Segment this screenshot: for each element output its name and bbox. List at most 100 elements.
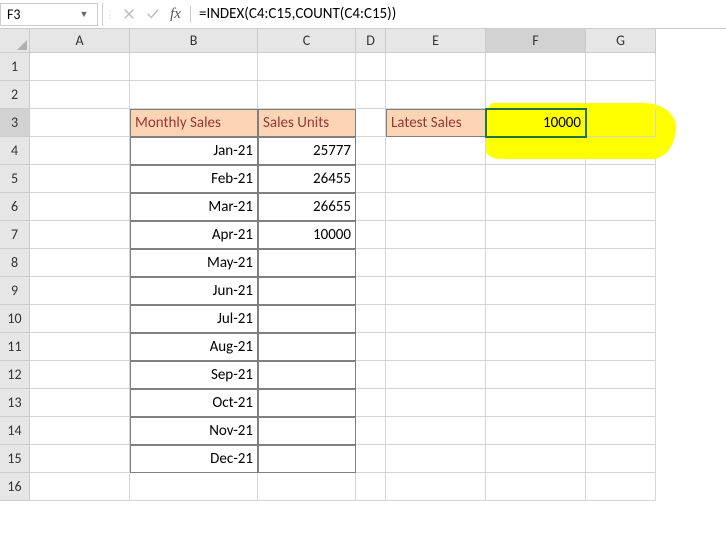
cell-A6[interactable] (30, 193, 130, 221)
cell-A10[interactable] (30, 305, 130, 333)
cell-E9[interactable] (386, 277, 486, 305)
cell-E7[interactable] (386, 221, 486, 249)
cell-F14[interactable] (486, 417, 586, 445)
row-header-8[interactable]: 8 (0, 249, 30, 277)
cell-D10[interactable] (356, 305, 386, 333)
cell-B7[interactable]: Apr-21 (130, 221, 258, 249)
cell-B14[interactable]: Nov-21 (130, 417, 258, 445)
cell-E3[interactable]: Latest Sales (386, 109, 486, 137)
cell-A2[interactable] (30, 81, 130, 109)
cell-F12[interactable] (486, 361, 586, 389)
cell-A8[interactable] (30, 249, 130, 277)
cell-D4[interactable] (356, 137, 386, 165)
cell-G15[interactable] (586, 445, 656, 473)
column-header-G[interactable]: G (586, 29, 656, 53)
cell-C1[interactable] (258, 53, 356, 81)
cell-C10[interactable] (258, 305, 356, 333)
cell-E10[interactable] (386, 305, 486, 333)
cell-B8[interactable]: May-21 (130, 249, 258, 277)
cell-E1[interactable] (386, 53, 486, 81)
cell-E12[interactable] (386, 361, 486, 389)
row-header-13[interactable]: 13 (0, 389, 30, 417)
cell-E4[interactable] (386, 137, 486, 165)
select-all-corner[interactable] (0, 29, 30, 53)
cell-D6[interactable] (356, 193, 386, 221)
row-header-5[interactable]: 5 (0, 165, 30, 193)
cell-A15[interactable] (30, 445, 130, 473)
cell-D14[interactable] (356, 417, 386, 445)
cell-A11[interactable] (30, 333, 130, 361)
cell-C15[interactable] (258, 445, 356, 473)
cancel-icon[interactable] (117, 3, 141, 26)
cell-G10[interactable] (586, 305, 656, 333)
cell-G9[interactable] (586, 277, 656, 305)
cell-B9[interactable]: Jun-21 (130, 277, 258, 305)
cell-G5[interactable] (586, 165, 656, 193)
column-header-F[interactable]: F (486, 29, 586, 53)
cell-C2[interactable] (258, 81, 356, 109)
row-header-16[interactable]: 16 (0, 473, 30, 501)
row-header-6[interactable]: 6 (0, 193, 30, 221)
cell-B4[interactable]: Jan-21 (130, 137, 258, 165)
row-header-12[interactable]: 12 (0, 361, 30, 389)
row-header-2[interactable]: 2 (0, 81, 30, 109)
row-header-9[interactable]: 9 (0, 277, 30, 305)
cell-A1[interactable] (30, 53, 130, 81)
cell-G2[interactable] (586, 81, 656, 109)
cell-F11[interactable] (486, 333, 586, 361)
cell-B2[interactable] (130, 81, 258, 109)
cell-B15[interactable]: Dec-21 (130, 445, 258, 473)
cell-A12[interactable] (30, 361, 130, 389)
cell-E6[interactable] (386, 193, 486, 221)
cell-D5[interactable] (356, 165, 386, 193)
row-header-10[interactable]: 10 (0, 305, 30, 333)
cell-E15[interactable] (386, 445, 486, 473)
cell-B13[interactable]: Oct-21 (130, 389, 258, 417)
cell-D15[interactable] (356, 445, 386, 473)
cell-F5[interactable] (486, 165, 586, 193)
cell-D7[interactable] (356, 221, 386, 249)
cell-C13[interactable] (258, 389, 356, 417)
cell-F9[interactable] (486, 277, 586, 305)
column-header-E[interactable]: E (386, 29, 486, 53)
cell-G7[interactable] (586, 221, 656, 249)
cell-D3[interactable] (356, 109, 386, 137)
cell-D1[interactable] (356, 53, 386, 81)
cell-A16[interactable] (30, 473, 130, 501)
chevron-down-icon[interactable]: ▼ (77, 9, 91, 20)
cell-F3[interactable]: 10000 (486, 109, 586, 137)
cell-D12[interactable] (356, 361, 386, 389)
column-header-A[interactable]: A (30, 29, 130, 53)
cell-F6[interactable] (486, 193, 586, 221)
cell-C8[interactable] (258, 249, 356, 277)
cell-A4[interactable] (30, 137, 130, 165)
cell-A13[interactable] (30, 389, 130, 417)
confirm-icon[interactable] (141, 3, 165, 26)
cell-F15[interactable] (486, 445, 586, 473)
cell-E11[interactable] (386, 333, 486, 361)
cell-F2[interactable] (486, 81, 586, 109)
row-header-14[interactable]: 14 (0, 417, 30, 445)
cell-A14[interactable] (30, 417, 130, 445)
cell-A5[interactable] (30, 165, 130, 193)
name-box[interactable]: F3 ▼ (0, 3, 98, 26)
cell-G4[interactable] (586, 137, 656, 165)
cell-A9[interactable] (30, 277, 130, 305)
column-header-D[interactable]: D (356, 29, 386, 53)
cell-B10[interactable]: Jul-21 (130, 305, 258, 333)
cell-E5[interactable] (386, 165, 486, 193)
row-header-7[interactable]: 7 (0, 221, 30, 249)
cell-C16[interactable] (258, 473, 356, 501)
row-header-1[interactable]: 1 (0, 53, 30, 81)
cell-G1[interactable] (586, 53, 656, 81)
cell-G11[interactable] (586, 333, 656, 361)
row-header-4[interactable]: 4 (0, 137, 30, 165)
cell-E8[interactable] (386, 249, 486, 277)
cell-E2[interactable] (386, 81, 486, 109)
cell-F7[interactable] (486, 221, 586, 249)
spreadsheet-grid[interactable]: ABCDEFG123Monthly SalesSales UnitsLatest… (0, 29, 726, 501)
cell-G12[interactable] (586, 361, 656, 389)
cell-E16[interactable] (386, 473, 486, 501)
cell-D9[interactable] (356, 277, 386, 305)
cell-B16[interactable] (130, 473, 258, 501)
